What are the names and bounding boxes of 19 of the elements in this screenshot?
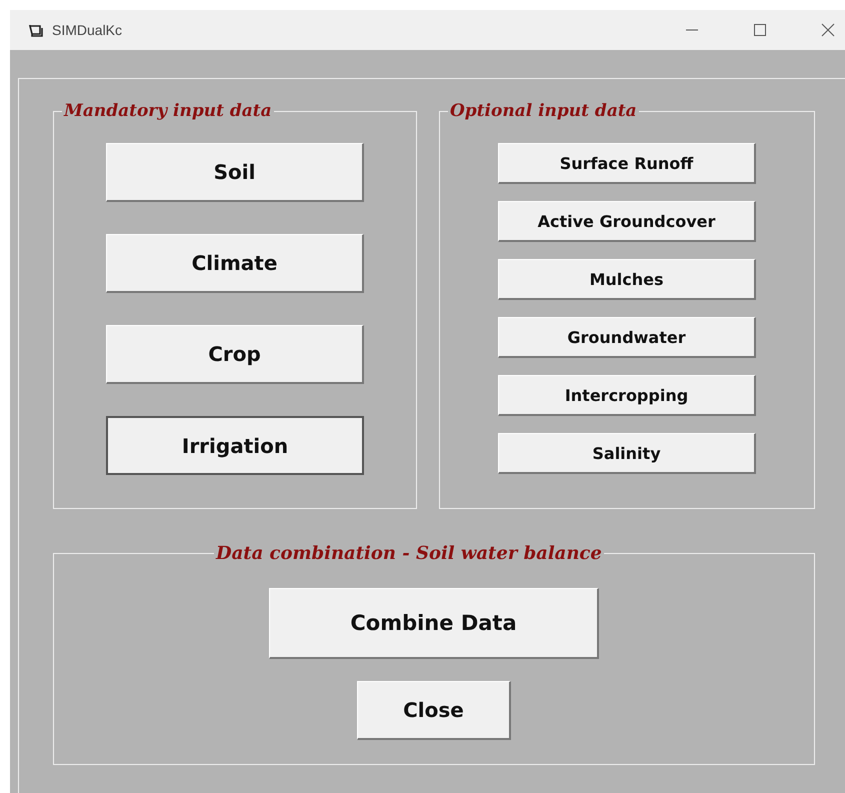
input-button[interactable]: Surface Runoff	[498, 143, 756, 184]
combine-button[interactable]: Combine Data	[269, 588, 599, 659]
input-button[interactable]: Irrigation	[106, 416, 364, 475]
input-button[interactable]: Mulches	[498, 259, 756, 300]
maximize-icon[interactable]	[753, 23, 767, 37]
input-button[interactable]: Crop	[106, 325, 364, 384]
input-button[interactable]: Groundwater	[498, 317, 756, 358]
input-button[interactable]: Soil	[106, 143, 364, 202]
group-title: Mandatory input data	[62, 101, 273, 121]
input-button[interactable]: Active Groundcover	[498, 201, 756, 242]
group-title: Data combination - Soil water balance	[214, 543, 603, 564]
window-frame-icon	[28, 22, 44, 38]
group-title: Optional input data	[449, 101, 638, 121]
close-icon[interactable]	[821, 23, 835, 37]
window-title: SIMDualKc	[52, 22, 122, 38]
close-button[interactable]: Close	[357, 681, 511, 740]
input-button[interactable]: Climate	[106, 234, 364, 293]
input-button[interactable]: Salinity	[498, 433, 756, 474]
input-button[interactable]: Intercropping	[498, 375, 756, 416]
